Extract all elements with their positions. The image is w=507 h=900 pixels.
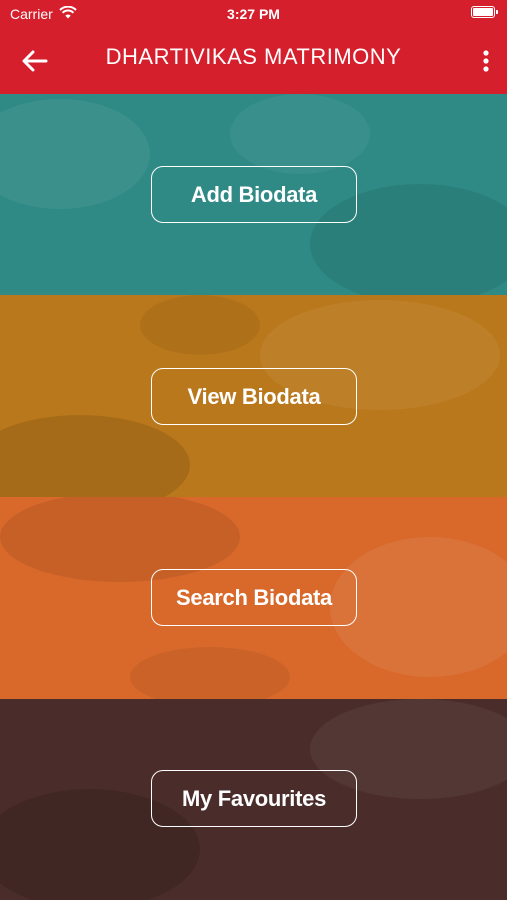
more-vertical-icon: [483, 50, 489, 72]
status-bar: Carrier 3:27 PM: [0, 0, 507, 28]
search-biodata-panel: Search Biodata: [0, 497, 507, 699]
add-biodata-button[interactable]: Add Biodata: [151, 166, 357, 223]
view-biodata-panel: View Biodata: [0, 295, 507, 497]
status-time: 3:27 PM: [227, 6, 280, 22]
page-title: DHARTIVIKAS MATRIMONY: [105, 44, 402, 69]
app-header: DHARTIVIKAS MATRIMONY: [0, 28, 507, 94]
battery-icon: [471, 6, 498, 18]
back-button[interactable]: [18, 44, 52, 78]
search-biodata-button[interactable]: Search Biodata: [151, 569, 357, 626]
my-favourites-button[interactable]: My Favourites: [151, 770, 357, 827]
overflow-menu-button[interactable]: [471, 44, 501, 78]
add-biodata-panel: Add Biodata: [0, 94, 507, 295]
view-biodata-button[interactable]: View Biodata: [151, 368, 357, 425]
arrow-left-icon: [22, 50, 48, 72]
favourites-panel: My Favourites: [0, 699, 507, 900]
